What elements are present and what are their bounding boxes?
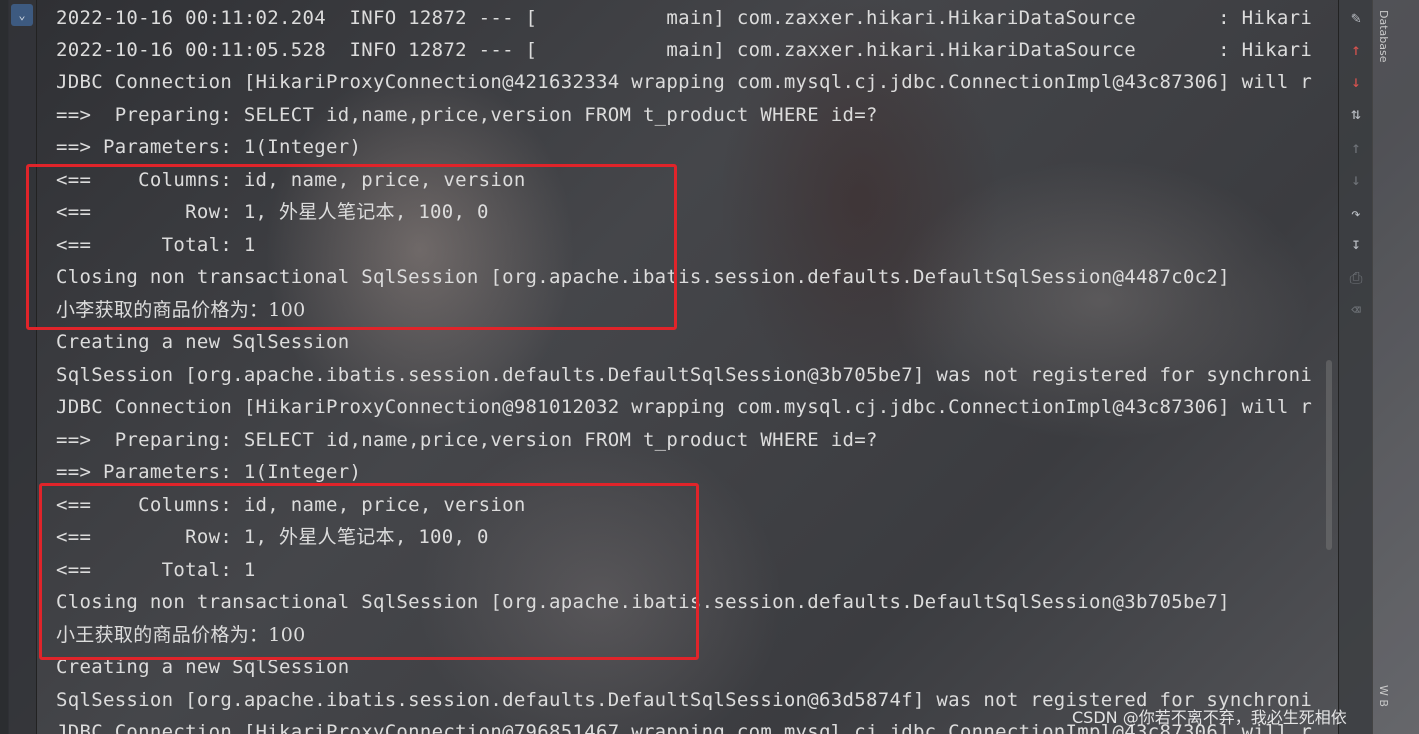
arrow-down-icon[interactable]: ↓ (1346, 72, 1366, 92)
log-line: 2022-10-16 00:11:05.528 INFO 12872 --- [… (56, 39, 1313, 61)
log-line: JDBC Connection [HikariProxyConnection@9… (56, 396, 1313, 418)
print-icon[interactable]: ⎙ (1346, 268, 1366, 288)
right-toolbar: ✎ ↑ ↓ ⇅ ↑ ↓ ↷ ↧ ⎙ ⌫ (1338, 0, 1373, 734)
edit-icon[interactable]: ✎ (1346, 8, 1366, 28)
log-line: Creating a new SqlSession (56, 331, 350, 353)
log-line: JDBC Connection [HikariProxyConnection@4… (56, 71, 1313, 93)
left-toolbar: ⌄ (8, 0, 37, 734)
log-line: SqlSession [org.apache.ibatis.session.de… (56, 364, 1313, 386)
trash-icon[interactable]: ⌫ (1346, 300, 1366, 320)
arrow-up-icon[interactable]: ↑ (1346, 40, 1366, 60)
watermark: CSDN @你若不离不弃，我必生死相依 (1072, 708, 1347, 727)
log-line: ==> Preparing: SELECT id,name,price,vers… (56, 429, 878, 451)
up-icon[interactable]: ↑ (1346, 138, 1366, 158)
sort-icon[interactable]: ⇅ (1346, 104, 1366, 124)
log-line: ==> Parameters: 1(Integer) (56, 136, 362, 158)
bottom-tab[interactable]: W B (1376, 685, 1390, 707)
scroll-end-icon[interactable]: ↧ (1346, 234, 1366, 254)
highlight-box-second-query (39, 483, 699, 660)
soft-wrap-icon[interactable]: ↷ (1346, 204, 1366, 224)
log-line: 2022-10-16 00:11:02.204 INFO 12872 --- [… (56, 7, 1313, 29)
database-tab[interactable]: Database (1376, 10, 1390, 63)
collapse-icon[interactable]: ⌄ (11, 4, 33, 26)
log-line: ==> Preparing: SELECT id,name,price,vers… (56, 104, 878, 126)
highlight-box-first-query (26, 164, 677, 330)
vertical-scrollbar[interactable] (1326, 360, 1332, 550)
down-icon[interactable]: ↓ (1346, 170, 1366, 190)
side-tool-strip (1372, 0, 1419, 734)
